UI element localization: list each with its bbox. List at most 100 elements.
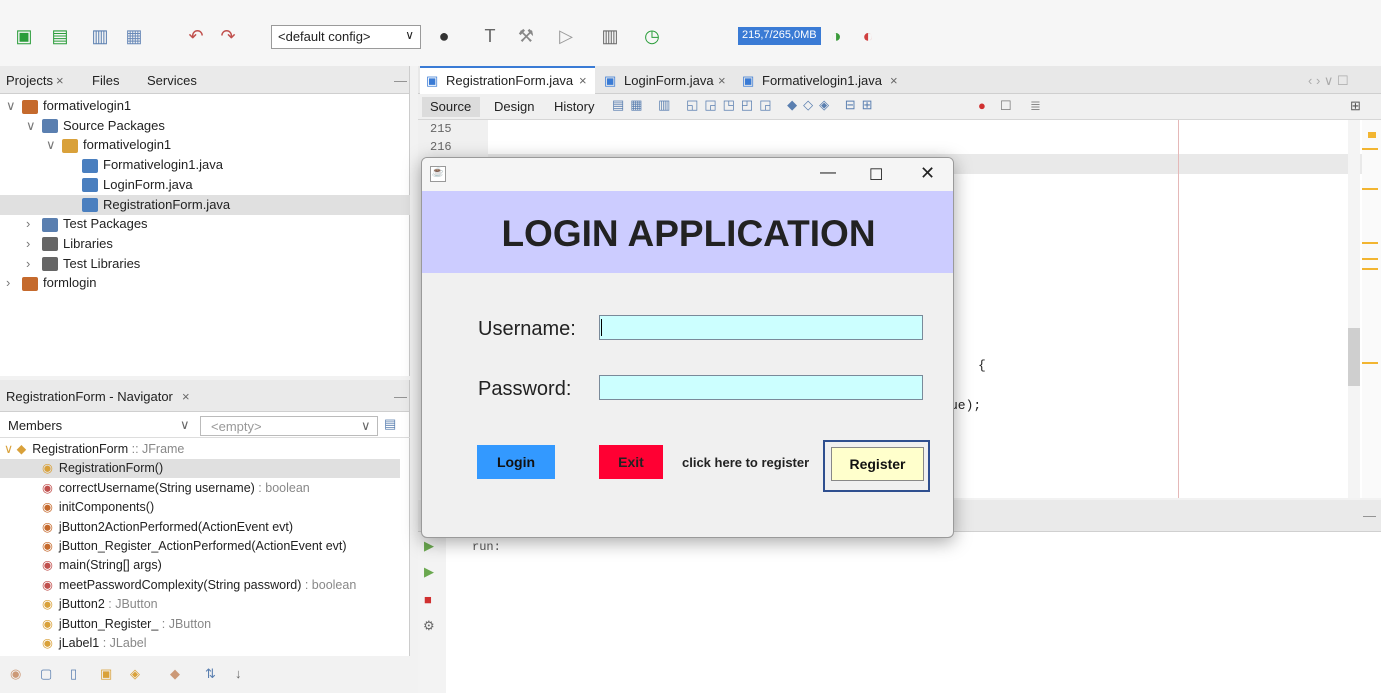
tab-loginform-label[interactable]: LoginForm.java	[624, 73, 714, 88]
sort-source-icon[interactable]: ↓	[235, 666, 242, 681]
stop-macro-icon[interactable]: ☐	[1000, 98, 1012, 114]
tab-projects[interactable]: Projects	[6, 73, 53, 88]
code-fragment[interactable]: ue);	[950, 398, 981, 413]
minimize-window-button[interactable]: —	[820, 164, 836, 182]
username-field[interactable]	[599, 315, 923, 340]
close-icon[interactable]: ×	[579, 73, 587, 88]
expand-toggle-icon[interactable]: ›	[26, 254, 42, 274]
profile-icon[interactable]: ◷	[640, 24, 664, 48]
open-project-icon[interactable]: ▥	[88, 24, 112, 48]
scrollbar-thumb[interactable]	[1348, 328, 1360, 386]
navigator-item[interactable]: ◉ jLabel1 : JLabel	[0, 634, 400, 653]
run-icon[interactable]: ▷	[554, 24, 578, 48]
scroll-tabs-icon[interactable]: ‹ › ∨ ☐	[1308, 73, 1349, 89]
view-tab-design[interactable]: Design	[494, 99, 534, 114]
close-icon[interactable]: ×	[890, 73, 898, 88]
expand-toggle-icon[interactable]: ∨	[46, 135, 62, 155]
tree-item[interactable]: RegistrationForm.java	[0, 194, 410, 215]
password-field[interactable]	[599, 375, 923, 400]
stripe-mark[interactable]	[1362, 258, 1378, 260]
tab-files[interactable]: Files	[92, 73, 119, 88]
navigator-item[interactable]: ◉ RegistrationForm()	[0, 459, 400, 479]
chevron-down-icon[interactable]: ∨	[180, 417, 190, 433]
filter-members-icon[interactable]: ◆	[170, 666, 180, 682]
expand-toggle-icon[interactable]: ›	[6, 273, 22, 293]
navigator-title[interactable]: RegistrationForm - Navigator	[6, 389, 173, 404]
navigator-item[interactable]: ◉ jButton2ActionPerformed(ActionEvent evt…	[0, 518, 400, 537]
view-tab-history[interactable]: History	[554, 99, 594, 114]
tree-item[interactable]: ∨ Source Packages	[0, 116, 410, 136]
expand-toggle-icon[interactable]: ∨	[6, 96, 22, 116]
filter-nonpublic-icon[interactable]: ▢	[40, 666, 52, 682]
close-icon[interactable]: ×	[182, 389, 190, 404]
close-icon[interactable]: ×	[56, 73, 64, 88]
memory-indicator[interactable]: 215,7/265,0MB	[738, 27, 821, 45]
settings-icon[interactable]: ⚙	[423, 618, 435, 634]
close-icon[interactable]: ×	[718, 73, 726, 88]
globe-icon[interactable]: ●	[432, 24, 456, 48]
tree-item[interactable]: ∨ formativelogin1	[0, 96, 410, 116]
filter-lock-icon[interactable]: ▣	[100, 666, 112, 682]
maximize-window-button[interactable]: ☐	[869, 165, 883, 185]
sort-name-icon[interactable]: ⇅	[205, 666, 216, 682]
stop-icon[interactable]: ■	[424, 592, 432, 607]
tree-item[interactable]: ∨ formativelogin1	[0, 135, 410, 155]
navigator-item[interactable]: ◉ jButton_Register_ : JButton	[0, 615, 400, 634]
filter-static-icon[interactable]: ▯	[70, 666, 77, 682]
editor-scrollbar[interactable]	[1348, 120, 1360, 498]
stripe-mark[interactable]	[1362, 362, 1378, 364]
new-project-icon[interactable]: ▤	[48, 24, 72, 48]
new-file-icon[interactable]: ▣	[12, 24, 36, 48]
tree-item[interactable]: › Test Packages	[0, 214, 410, 234]
undo-icon[interactable]: ↶	[184, 24, 208, 48]
login-button[interactable]: Login	[477, 445, 555, 479]
register-button[interactable]: Register	[831, 447, 924, 481]
save-all-icon[interactable]: ▦	[122, 24, 146, 48]
editor-action-icons[interactable]: ▤▦ ▥ ◱◲◳◰◲ ◆◇◈ ⊟⊞	[612, 97, 879, 113]
debug-icon[interactable]: ▥	[598, 24, 622, 48]
expand-toggle-icon[interactable]: ›	[26, 214, 42, 234]
build-hammer-icon[interactable]: T	[478, 24, 502, 48]
expand-toggle-icon[interactable]: ›	[26, 234, 42, 254]
navigator-item[interactable]: ◉ correctUsername(String username) : bool…	[0, 479, 400, 498]
dialog-titlebar[interactable]: ☕ — ☐ ✕	[422, 158, 953, 191]
navigator-item[interactable]: ◉ jButton2 : JButton	[0, 595, 400, 614]
redo-icon[interactable]: ↷	[216, 24, 240, 48]
stripe-mark[interactable]	[1362, 268, 1378, 270]
gc-icon[interactable]: ◑	[824, 24, 848, 48]
tree-item[interactable]: › Libraries	[0, 234, 410, 254]
tree-item[interactable]: › Test Libraries	[0, 254, 410, 274]
minimize-icon[interactable]: —	[1363, 508, 1376, 523]
navigator-item[interactable]: ◉ meetPasswordComplexity(String password)…	[0, 576, 400, 595]
expand-toggle-icon[interactable]: ∨	[26, 116, 42, 136]
filter-fields-icon[interactable]: ◉	[10, 666, 21, 682]
navigator-item[interactable]: ∨ ◆ RegistrationForm :: JFrame	[0, 440, 400, 459]
navigator-item[interactable]: ◉ main(String[] args)	[0, 556, 400, 575]
navigator-item[interactable]: ◉ initComponents()	[0, 498, 400, 517]
navigator-item[interactable]: ◉ jButton_Register_ActionPerformed(Action…	[0, 537, 400, 556]
filter-icon[interactable]: ▤	[384, 416, 396, 432]
stripe-mark[interactable]	[1362, 148, 1378, 150]
rerun-icon[interactable]: ▶	[424, 538, 434, 554]
config-select[interactable]: <default config> ∨	[271, 25, 421, 49]
stripe-mark[interactable]	[1368, 132, 1376, 138]
clean-build-icon[interactable]: ⚒	[514, 24, 538, 48]
record-macro-icon[interactable]: ●	[978, 98, 986, 113]
code-fragment[interactable]: {	[978, 358, 986, 373]
exit-button[interactable]: Exit	[599, 445, 663, 479]
tab-registrationform-label[interactable]: RegistrationForm.java	[446, 73, 573, 88]
tree-item[interactable]: Formativelogin1.java	[0, 155, 410, 175]
tree-item[interactable]: › formlogin	[0, 273, 410, 293]
split-view-icon[interactable]: ⊞	[1350, 98, 1361, 114]
minimize-icon[interactable]: —	[394, 389, 407, 404]
filter-inherited-icon[interactable]: ◈	[130, 666, 140, 682]
rerun-modified-icon[interactable]: ▶	[424, 564, 434, 580]
navigator-filter-select[interactable]: <empty> ∨	[200, 416, 378, 436]
stripe-mark[interactable]	[1362, 242, 1378, 244]
close-window-button[interactable]: ✕	[920, 163, 935, 184]
stripe-mark[interactable]	[1362, 188, 1378, 190]
tab-services[interactable]: Services	[147, 73, 197, 88]
comment-icon[interactable]: ≣	[1030, 98, 1041, 114]
minimize-icon[interactable]: —	[394, 73, 407, 88]
profiler-icon[interactable]: ◐	[856, 24, 880, 48]
